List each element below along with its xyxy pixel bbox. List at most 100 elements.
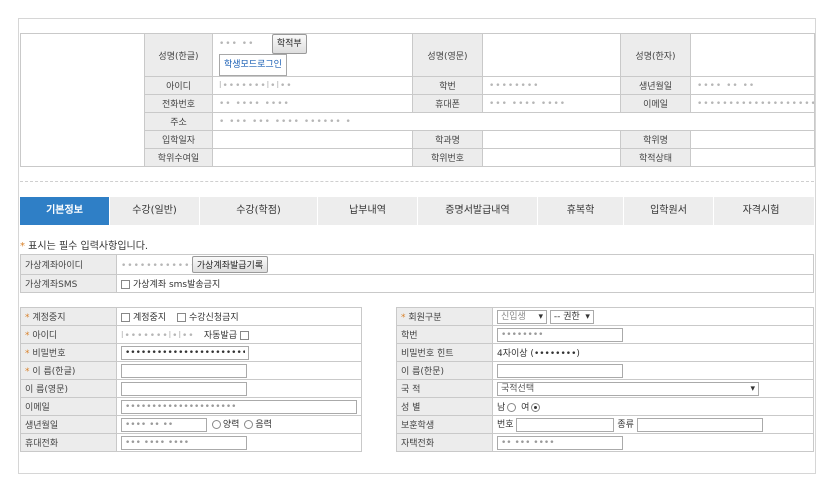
address-value: • ••• ••• •••• •••••• • xyxy=(212,112,815,131)
name-kr-label: 성명(한글) xyxy=(144,33,213,77)
auth-select[interactable]: -- 권한 ▾ xyxy=(549,309,594,324)
pw-hint-label: 비밀번호 힌트 xyxy=(396,343,493,362)
tab-basic-info[interactable]: 기본정보 xyxy=(20,197,110,225)
virtual-issue-history-button[interactable]: 가상계좌발급기록 xyxy=(191,256,269,273)
section-divider xyxy=(20,181,814,182)
veteran-type-input[interactable] xyxy=(636,418,763,432)
email-form-label: 이메일 xyxy=(20,397,117,416)
id-label: 아이디 xyxy=(144,76,213,95)
address-label: 주소 xyxy=(144,112,213,131)
tab-course-general[interactable]: 수강(일반) xyxy=(110,197,200,225)
name-cn-input[interactable] xyxy=(497,363,623,378)
virtual-id-value: •••••••••••••••• xyxy=(121,261,222,271)
mobile-input[interactable] xyxy=(121,435,247,450)
nation-select[interactable]: 국적선택 ▾ xyxy=(497,381,759,396)
female-radio[interactable] xyxy=(531,403,541,412)
name-kr-value: ••• •• xyxy=(219,39,255,49)
pw-hint-value: 4자이상 (••••••••) xyxy=(492,343,814,362)
email-value: •••••••••••••••••••• xyxy=(690,94,815,113)
tab-qualification-exam[interactable]: 자격시험 xyxy=(714,197,808,225)
veteran-label: 보훈학생 xyxy=(396,415,493,434)
suspend-label: 계정중지 xyxy=(32,313,66,323)
male-radio[interactable] xyxy=(507,403,517,412)
auto-issue-label: 자동발급 xyxy=(203,331,237,341)
required-notice: * 표시는 필수 입력사항입니다. xyxy=(20,237,148,252)
degree-no-label: 학위번호 xyxy=(412,148,483,167)
phone-label: 전화번호 xyxy=(144,94,213,113)
student-no-label: 학번 xyxy=(412,76,483,95)
email-input[interactable] xyxy=(121,399,357,414)
home-phone-label: 자택전화 xyxy=(396,433,493,452)
profile-table: 성명(한글) ••• •• 학적부 학생모드로그인 성명(영문) 성명(한자) … xyxy=(20,33,815,167)
tab-payment[interactable]: 납부내역 xyxy=(318,197,418,225)
veteran-no-input[interactable] xyxy=(516,418,615,432)
tab-application[interactable]: 입학원서 xyxy=(624,197,714,225)
form-id-label: 아이디 xyxy=(32,331,58,341)
sms-block-label: 가상계좌 sms발송금지 xyxy=(133,280,221,290)
photo-area xyxy=(20,33,145,167)
name-kr-input[interactable] xyxy=(121,363,247,378)
member-type-value: 신입생 xyxy=(501,311,526,322)
suspend-account-checkbox[interactable] xyxy=(121,313,130,322)
password-input[interactable] xyxy=(121,345,249,360)
dept-value xyxy=(482,130,621,149)
academic-record-button[interactable]: 학적부 xyxy=(271,34,307,54)
name-cn-value xyxy=(690,33,815,77)
member-type-label: 회원구분 xyxy=(408,313,442,323)
name-cn-form-label: 이 름(한문) xyxy=(396,361,493,380)
tab-course-credit[interactable]: 수강(학점) xyxy=(200,197,318,225)
tab-leave-return[interactable]: 휴복학 xyxy=(538,197,624,225)
name-en-label: 성명(영문) xyxy=(412,33,483,77)
lunar-label: 음력 xyxy=(255,420,272,430)
phone-value: •• •••• •••• xyxy=(212,94,413,113)
home-phone-input[interactable] xyxy=(497,435,623,450)
tab-certificates[interactable]: 증명서발급내역 xyxy=(418,197,538,225)
veteran-no-label: 번호 xyxy=(497,420,514,430)
veteran-type-label: 종류 xyxy=(617,420,634,430)
birth-label: 생년월일 xyxy=(620,76,691,95)
degree-value xyxy=(690,130,815,149)
male-label: 남 xyxy=(497,403,506,413)
suspend-account-text: 계정중지 xyxy=(133,313,167,323)
chevron-down-icon: ▾ xyxy=(750,383,755,394)
name-en-input[interactable] xyxy=(121,381,247,396)
lunar-radio[interactable] xyxy=(244,420,254,429)
auto-issue-checkbox[interactable] xyxy=(239,331,249,340)
form-id-value: l•••••••l•l•• xyxy=(121,331,195,341)
entrance-date-value xyxy=(212,130,413,149)
email-label: 이메일 xyxy=(620,94,691,113)
member-type-select[interactable]: 신입생 ▾ xyxy=(497,309,547,324)
block-enroll-text: 수강신청금지 xyxy=(189,313,239,323)
status-label: 학적상태 xyxy=(620,148,691,167)
birth-value: •••• •• •• xyxy=(690,76,815,95)
mobile-form-label: 휴대전화 xyxy=(20,433,117,452)
password-label: 비밀번호 xyxy=(32,349,66,359)
solar-label: 양력 xyxy=(222,420,240,430)
student-mode-login-button[interactable]: 학생모드로그인 xyxy=(219,54,287,76)
dept-label: 학과명 xyxy=(412,130,483,149)
member-form-left: * 계정중지 계정중지 수강신청금지 * 아이디 l•••••••l•l•• 자… xyxy=(20,307,362,452)
female-label: 여 xyxy=(521,403,530,413)
gender-label: 성 별 xyxy=(396,397,493,416)
entrance-date-label: 입학일자 xyxy=(144,130,213,149)
sms-block-checkbox[interactable] xyxy=(121,280,130,289)
degree-date-label: 학위수여일 xyxy=(144,148,213,167)
virtual-sms-label: 가상계좌SMS xyxy=(20,274,117,293)
nation-value: 국적선택 xyxy=(501,383,535,394)
degree-label: 학위명 xyxy=(620,130,691,149)
birth-form-label: 생년월일 xyxy=(20,415,117,434)
nation-label: 국 적 xyxy=(396,379,493,398)
name-cn-label: 성명(한자) xyxy=(620,33,691,77)
student-no-input[interactable] xyxy=(497,327,623,342)
required-notice-text: 표시는 필수 입력사항입니다. xyxy=(25,241,149,252)
degree-date-value xyxy=(212,148,413,167)
birth-input[interactable] xyxy=(121,418,207,432)
status-value xyxy=(690,148,815,167)
block-enroll-checkbox[interactable] xyxy=(177,313,186,322)
solar-radio[interactable] xyxy=(211,420,221,429)
name-en-value xyxy=(482,33,621,77)
virtual-account-table: 가상계좌아이디 •••••••••••••••• 가상계좌발급기록 가상계좌SM… xyxy=(20,254,814,293)
form-student-no-label: 학번 xyxy=(396,325,493,344)
degree-no-value xyxy=(482,148,621,167)
member-form-right: * 회원구분 신입생▾ -- 권한▾ 학번 비밀번호 힌트 4자이상 (••••… xyxy=(396,307,814,452)
